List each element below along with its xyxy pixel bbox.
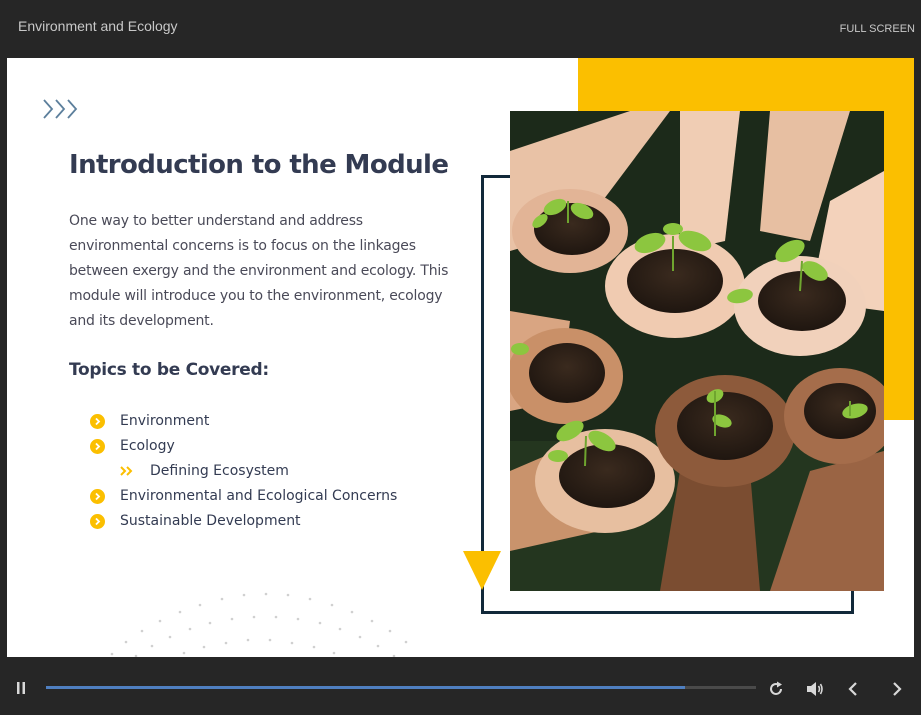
- topic-item: Sustainable Development: [90, 513, 301, 529]
- next-icon[interactable]: [891, 681, 903, 697]
- slide-canvas: Introduction to the Module One way to be…: [7, 58, 914, 657]
- chevron-right-circle-icon: [90, 488, 105, 504]
- chevron-right-circle-icon: [90, 513, 105, 529]
- intro-line: module will introduce you to the environ…: [69, 288, 443, 304]
- topic-item: Environment: [90, 413, 209, 429]
- replay-icon[interactable]: [768, 681, 784, 697]
- previous-icon[interactable]: [847, 681, 859, 697]
- intro-line: One way to better understand and address: [69, 213, 363, 229]
- subtopic-label: Defining Ecosystem: [150, 463, 289, 479]
- topic-item: Ecology: [90, 438, 175, 454]
- intro-line: and its development.: [69, 313, 214, 329]
- topic-label: Environmental and Ecological Concerns: [120, 488, 398, 504]
- slide-title: Introduction to the Module: [69, 150, 449, 180]
- progress-fill: [46, 686, 685, 689]
- intro-paragraph: One way to better understand and address…: [69, 209, 449, 334]
- topics-heading: Topics to be Covered:: [69, 360, 269, 380]
- fullscreen-button[interactable]: FULL SCREEN: [840, 23, 915, 35]
- volume-icon[interactable]: [806, 681, 824, 697]
- course-title: Environment and Ecology: [18, 18, 178, 34]
- chevron-right-circle-icon: [90, 413, 105, 429]
- intro-line: environmental concerns is to focus on th…: [69, 238, 416, 254]
- double-chevron-icon: [120, 466, 136, 476]
- top-bar: Environment and Ecology FULL SCREEN: [0, 0, 921, 58]
- decorative-dot-arc: [110, 592, 408, 657]
- progress-bar[interactable]: [46, 686, 756, 689]
- down-triangle-icon: [463, 551, 501, 590]
- topic-label: Ecology: [120, 438, 175, 454]
- hands-with-seedlings-photo: [510, 111, 884, 591]
- pause-icon[interactable]: [15, 681, 27, 695]
- intro-line: between exergy and the environment and e…: [69, 263, 449, 279]
- player-controls: [0, 657, 921, 715]
- topic-label: Environment: [120, 413, 210, 429]
- chevron-right-circle-icon: [90, 438, 105, 454]
- triple-chevron-icon: [43, 99, 78, 119]
- subtopic-item: Defining Ecosystem: [120, 463, 289, 479]
- topic-label: Sustainable Development: [120, 513, 301, 529]
- topic-item: Environmental and Ecological Concerns: [90, 488, 397, 504]
